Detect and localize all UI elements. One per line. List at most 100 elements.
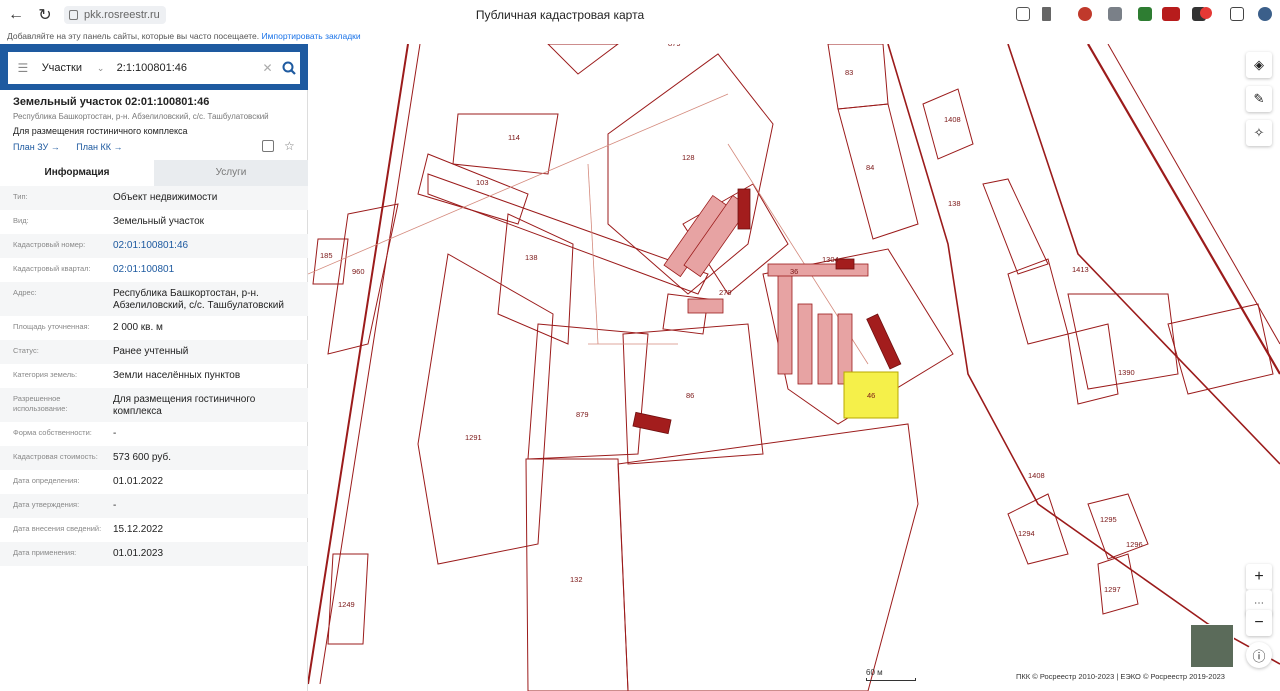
search-icon[interactable] <box>278 61 300 75</box>
parcel-label: 114 <box>508 133 520 142</box>
info-row-value: 01.01.2022 <box>113 476 164 487</box>
parcel-label: 46 <box>867 391 875 400</box>
parcel-label: 1295 <box>1100 515 1117 524</box>
info-row-value: 01.01.2023 <box>113 548 164 559</box>
category-select[interactable]: Участки <box>42 62 97 74</box>
reload-icon[interactable]: ↻ <box>35 5 55 25</box>
parcel-label: 1304 <box>822 255 839 264</box>
info-icon[interactable]: ⓘ <box>1246 642 1272 668</box>
zoom-in-button[interactable]: + <box>1246 564 1272 590</box>
object-purpose: Для размещения гостиничного комплекса <box>13 126 188 136</box>
info-row: Площадь уточненная: 2 000 кв. м <box>0 316 308 340</box>
clear-icon[interactable]: ✕ <box>263 61 279 75</box>
parcel-label: 1291 <box>465 433 482 442</box>
bookmarks-bar: Добавляйте на эту панель сайты, которые … <box>0 29 1280 44</box>
extension-b-icon[interactable] <box>1138 7 1152 21</box>
info-row: Дата определения: 01.01.2022 <box>0 470 308 494</box>
search-input[interactable]: 2:1:100801:46 <box>117 62 263 74</box>
info-row: Дата внесения сведений: 15.12.2022 <box>0 518 308 542</box>
info-row-key: Кадастровый квартал: <box>13 264 91 273</box>
tab-info[interactable]: Информация <box>0 160 154 186</box>
parcel-label: 879 <box>576 410 589 419</box>
info-row-value[interactable]: 02:01:100801 <box>113 264 303 280</box>
object-header: Земельный участок 02:01:100801:46 Респуб… <box>13 96 303 136</box>
layers-icon[interactable]: ◈ <box>1246 52 1272 78</box>
plan-kk-link[interactable]: План КК → <box>76 142 122 152</box>
parcel-label: 1390 <box>1118 368 1135 377</box>
tab-services[interactable]: Услуги <box>154 160 308 186</box>
object-title: Земельный участок 02:01:100801:46 <box>13 96 210 108</box>
info-row: Разрешенное использование: Для размещения… <box>0 388 308 422</box>
parcel-label: 1294 <box>1018 529 1035 538</box>
screenshot-icon[interactable] <box>1016 7 1030 21</box>
info-row: Категория земель: Земли населённых пункто… <box>0 364 308 388</box>
parcel-label: 83 <box>845 68 853 77</box>
info-row-value: Земли населённых пунктов <box>113 370 241 381</box>
import-bookmarks-link[interactable]: Импортировать закладки <box>262 31 361 41</box>
info-row-key: Дата применения: <box>13 548 77 557</box>
parcel-label: 138 <box>948 199 961 208</box>
zoom-out-button[interactable]: − <box>1246 610 1272 636</box>
info-row: Адрес: Республика Башкортостан, р-н. Абзе… <box>0 282 308 316</box>
extension-a-icon[interactable] <box>1078 7 1092 21</box>
geolocate-icon[interactable]: ✧ <box>1246 120 1272 146</box>
extension-e-icon[interactable] <box>1200 7 1212 19</box>
info-row-value: 2 000 кв. м <box>113 322 163 333</box>
shield-extension-icon[interactable] <box>1108 7 1122 21</box>
profile-icon[interactable] <box>1258 7 1272 21</box>
info-row-value: Земельный участок <box>113 216 205 227</box>
extension-c-icon[interactable] <box>1162 7 1180 21</box>
parcel-label: 1408 <box>1028 471 1045 480</box>
address-bar[interactable]: pkk.rosreestr.ru <box>64 6 166 24</box>
cadastral-map[interactable]: 879 114 103 128 83 1408 84 138 185 960 1… <box>308 44 1280 691</box>
extensions-puzzle-icon[interactable] <box>1230 7 1244 21</box>
info-row-value: - <box>113 428 117 439</box>
parcel-label: 1297 <box>1104 585 1121 594</box>
back-icon[interactable]: ← <box>6 5 26 25</box>
basemap-thumbnail[interactable] <box>1190 624 1234 668</box>
info-row: Дата утверждения: - <box>0 494 308 518</box>
info-row-value: - <box>113 500 117 511</box>
info-row-key: Статус: <box>13 346 39 355</box>
object-address: Республика Башкортостан, р-н. Абзелиловс… <box>13 112 269 121</box>
search-box: ☰ Участки ⌄ 2:1:100801:46 ✕ <box>8 52 300 84</box>
info-row-key: Кадастровая стоимость: <box>13 452 98 461</box>
info-row-key: Тип: <box>13 192 28 201</box>
parcel-label: 132 <box>570 575 583 584</box>
info-row: Статус: Ранее учтенный <box>0 340 308 364</box>
info-row: Форма собственности: - <box>0 422 308 446</box>
plan-links: План ЗУ → План КК → <box>13 142 136 152</box>
parcel-label: 1413 <box>1072 265 1089 274</box>
info-row-key: Дата утверждения: <box>13 500 80 509</box>
parcel-label: 1408 <box>944 115 961 124</box>
parcel-label: 1249 <box>338 600 355 609</box>
info-row-value: 15.12.2022 <box>113 524 164 535</box>
parcel-label: 138 <box>525 253 538 262</box>
info-row-value[interactable]: 02:01:100801:46 <box>113 240 303 256</box>
info-row-key: Адрес: <box>13 288 37 297</box>
export-icon[interactable] <box>262 140 274 152</box>
bookmarks-hint: Добавляйте на эту панель сайты, которые … <box>7 31 260 41</box>
map-canvas: 879 114 103 128 83 1408 84 138 185 960 1… <box>308 44 1280 691</box>
info-panel: ☰ Участки ⌄ 2:1:100801:46 ✕ ‹ Земельный … <box>0 44 318 691</box>
map-attribution: ПКК © Росреестр 2010-2023 | ЕЭКО © Росре… <box>1016 672 1225 681</box>
bookmark-icon[interactable] <box>1042 7 1051 21</box>
scale-bar <box>866 678 916 681</box>
plan-zu-link[interactable]: План ЗУ → <box>13 142 60 152</box>
info-row: Кадастровый квартал: 02:01:100801 <box>0 258 308 282</box>
info-row-key: Категория земель: <box>13 370 78 379</box>
info-row-key: Разрешенное использование: <box>13 394 68 413</box>
info-row: Кадастровая стоимость: 573 600 руб. <box>0 446 308 470</box>
info-row-key: Форма собственности: <box>13 428 92 437</box>
parcel-label: 36 <box>790 267 798 276</box>
chevron-down-icon[interactable]: ⌄ <box>97 63 111 74</box>
parcel-label: 279 <box>719 288 732 297</box>
info-row-value: 573 600 руб. <box>113 452 171 463</box>
parcel-label: 84 <box>866 163 874 172</box>
info-row-value: Ранее учтенный <box>113 346 189 357</box>
ruler-icon[interactable]: ✎ <box>1246 86 1272 112</box>
lock-icon <box>69 10 78 20</box>
info-row-value: Объект недвижимости <box>113 192 218 203</box>
menu-icon[interactable]: ☰ <box>12 61 34 75</box>
star-icon[interactable]: ☆ <box>284 140 295 152</box>
